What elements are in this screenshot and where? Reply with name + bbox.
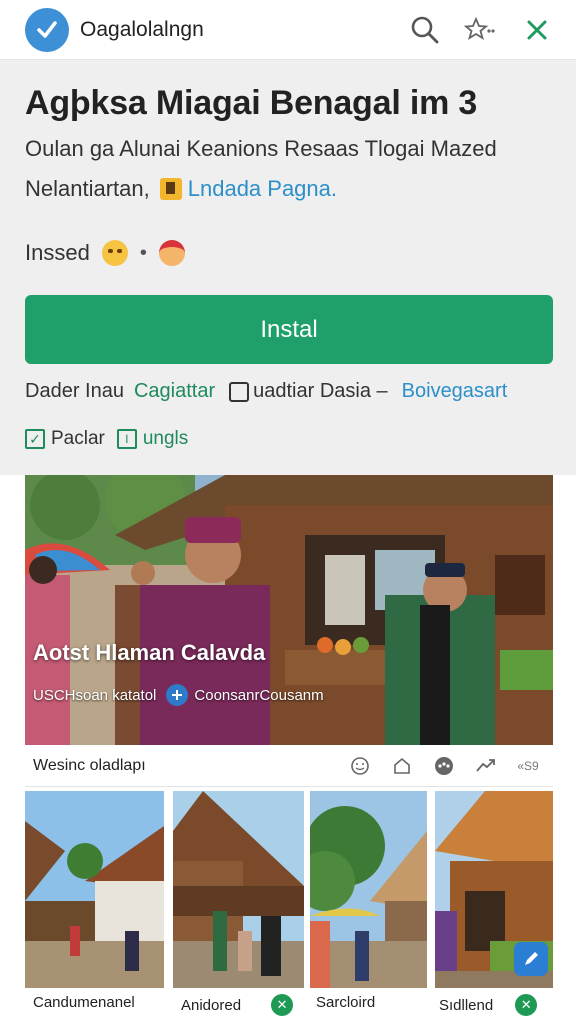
- toolbar-label: Wesinc oladlapı: [33, 756, 146, 774]
- app-title: Agþksa Miagai Benagal im 3: [25, 84, 478, 122]
- close-icon[interactable]: [520, 13, 554, 47]
- thumbnail-label-3: Sarcloird: [316, 994, 375, 1011]
- app-top-bar: Oagalolalngn: [0, 0, 576, 60]
- description-link[interactable]: Lndada Pagna.: [188, 176, 337, 202]
- overlay-sub-left: USCHsoan katatol: [33, 686, 157, 704]
- dots-circle-icon[interactable]: [431, 753, 457, 779]
- thumbnail-1-label-text: Candumenanel: [33, 994, 135, 1011]
- thumbnail-2-label-text: Anidored: [181, 996, 242, 1014]
- category-link[interactable]: Cagiattar: [134, 380, 215, 403]
- screenshot-toolbar: Wesinc oladlapı «S9: [25, 745, 553, 787]
- search-icon[interactable]: [408, 13, 442, 47]
- thumbnail-label-4: Sıdllend ✕: [439, 994, 538, 1016]
- checkbox-icon[interactable]: [229, 381, 250, 402]
- thumbnail-label-1: Candumenanel: [33, 994, 135, 1011]
- package-icon: [159, 178, 182, 200]
- thumbnail-image: [173, 791, 304, 988]
- overlay-sub-right: CoonsanrCousanm: [194, 686, 324, 704]
- app-name: Oagalolalngn: [80, 17, 204, 41]
- bracket-box-icon: l: [116, 429, 137, 449]
- thumbnail-image: [310, 791, 427, 988]
- thumbnail-3[interactable]: [310, 791, 427, 988]
- screenshot-thumbnails: Candumenanel Anidored ✕ Sarcloird Sıdlle…: [25, 791, 553, 1024]
- thumbnail-2[interactable]: [173, 791, 304, 988]
- app-description-line2: Nelantiartan, Lndada Pagna.: [25, 176, 337, 202]
- thumbnail-4-label-text: Sıdllend: [439, 996, 494, 1014]
- checkbox-label: uadtiar Dasia –: [253, 380, 388, 402]
- rating-label: Inssed: [25, 240, 90, 265]
- thumbnail-image: [25, 791, 164, 988]
- checked-box-icon[interactable]: ✓: [25, 429, 45, 449]
- install-button[interactable]: Instal: [25, 295, 553, 364]
- tag-label-1: Paclar: [51, 428, 105, 449]
- meta-row: Dader Inau Cagiattar uadtiar Dasia – Boi…: [25, 380, 507, 403]
- close-badge-icon[interactable]: ✕: [271, 994, 294, 1016]
- home-outline-icon[interactable]: [389, 753, 415, 779]
- featured-screenshot[interactable]: Aotst Hlaman Calavda USCHsoan katatol Co…: [25, 475, 553, 745]
- app-description-line1: Oulan ga Alunai Keanions Resaas Tlogai M…: [25, 136, 497, 161]
- share-arrow-icon[interactable]: [473, 753, 499, 779]
- more-text-icon[interactable]: «S9: [515, 753, 541, 779]
- screenshot-overlay-subtitle: USCHsoan katatol CoonsanrCousanm: [33, 684, 324, 706]
- plus-badge-icon: [166, 684, 189, 706]
- screenshot-overlay-title: Aotst Hlaman Calavda: [33, 640, 266, 665]
- edit-fab-icon[interactable]: [514, 942, 548, 976]
- tag-label-2: ungls: [142, 428, 189, 449]
- tag-2[interactable]: l ungls: [116, 428, 189, 450]
- developer-name[interactable]: Dader Inau: [25, 380, 124, 403]
- thumbnail-3-label-text: Sarcloird: [316, 994, 376, 1011]
- star-rate-icon[interactable]: [464, 13, 498, 47]
- rating-row: Inssed •: [25, 240, 185, 266]
- angry-face-icon: [101, 240, 128, 266]
- verified-logo-icon[interactable]: [25, 7, 69, 52]
- rating-separator: •: [139, 241, 147, 264]
- tags-row: ✓ Paclar l ungls: [25, 428, 188, 450]
- thumbnail-1[interactable]: [25, 791, 164, 988]
- description-text: Nelantiartan,: [25, 176, 150, 201]
- smile-icon[interactable]: [347, 753, 373, 779]
- meta-link[interactable]: Boivegasart: [402, 380, 508, 403]
- thumbnail-label-2: Anidored ✕: [181, 994, 294, 1016]
- cap-face-icon: [158, 240, 185, 266]
- close-badge-icon[interactable]: ✕: [515, 994, 538, 1016]
